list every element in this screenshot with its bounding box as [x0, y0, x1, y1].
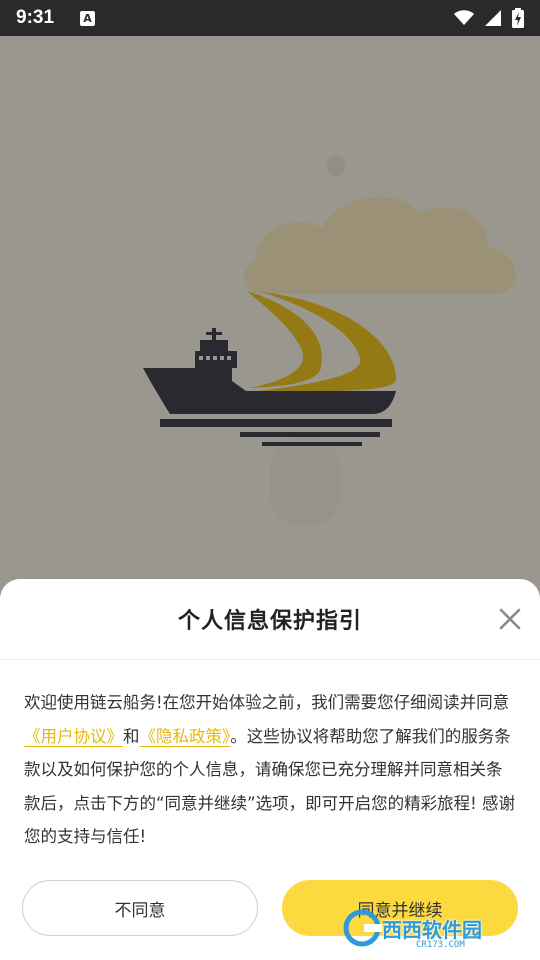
signal-icon: [485, 10, 501, 26]
wifi-icon: [454, 10, 474, 25]
dialog-title: 个人信息保护指引: [177, 609, 362, 634]
privacy-policy-link[interactable]: 《隐私政策》: [140, 727, 231, 746]
screen: 9:31 A 个人信息保护指引 欢迎使用链云船务!在您开始体验之前，我们需要您仔…: [0, 0, 540, 960]
disagree-button[interactable]: 不同意: [22, 880, 258, 936]
status-bar: 9:31 A: [0, 0, 540, 36]
watermark: 西西软件园 CR173.COM: [342, 906, 522, 950]
status-time: 9:31: [16, 7, 55, 28]
dialog-body: 欢迎使用链云船务!在您开始体验之前，我们需要您仔细阅读并同意《用户协议》和《隐私…: [0, 660, 540, 854]
watermark-logo-icon: [343, 909, 382, 947]
privacy-dialog: 个人信息保护指引 欢迎使用链云船务!在您开始体验之前，我们需要您仔细阅读并同意《…: [0, 579, 540, 960]
battery-charging-icon: [512, 8, 524, 28]
body-text-prefix: 欢迎使用链云船务!在您开始体验之前，我们需要您仔细阅读并同意: [24, 693, 510, 712]
body-text-conjunction: 和: [123, 726, 140, 746]
dialog-header: 个人信息保护指引: [0, 579, 540, 660]
status-icons: [454, 8, 524, 28]
close-icon[interactable]: [496, 605, 524, 633]
keyboard-badge-icon: A: [80, 10, 96, 26]
watermark-text: 西西软件园: [382, 917, 482, 942]
user-agreement-link[interactable]: 《用户协议》: [24, 727, 123, 746]
watermark-subtext: CR173.COM: [416, 940, 465, 950]
